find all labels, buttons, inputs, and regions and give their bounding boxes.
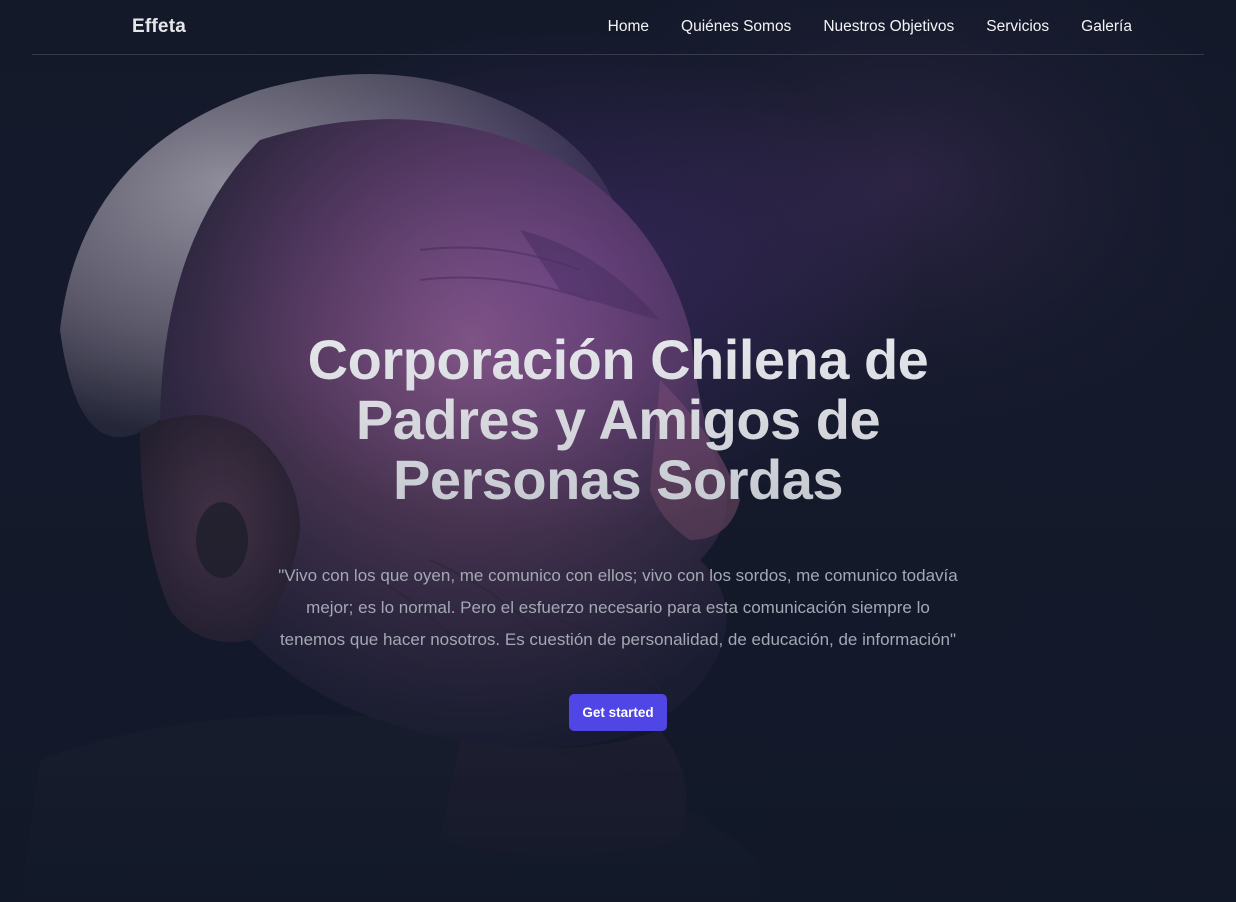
hero-quote: "Vivo con los que oyen, me comunico con …: [278, 566, 958, 649]
nav-link-galeria[interactable]: Galería: [1081, 18, 1132, 36]
hero-section: Effeta Home Quiénes Somos Nuestros Objet…: [0, 0, 1236, 902]
top-navbar: Effeta Home Quiénes Somos Nuestros Objet…: [32, 0, 1204, 55]
nav-link-nuestros-objetivos[interactable]: Nuestros Objetivos: [823, 18, 954, 36]
brand-logo-link[interactable]: Effeta: [132, 16, 186, 38]
nav-links: Home Quiénes Somos Nuestros Objetivos Se…: [608, 18, 1132, 36]
nav-link-quienes-somos[interactable]: Quiénes Somos: [681, 18, 791, 36]
hero-title: Corporación Chilena de Padres y Amigos d…: [268, 330, 968, 510]
get-started-button[interactable]: Get started: [569, 694, 667, 731]
nav-link-home[interactable]: Home: [608, 18, 649, 36]
nav-link-servicios[interactable]: Servicios: [986, 18, 1049, 36]
hero-content: Corporación Chilena de Padres y Amigos d…: [0, 330, 1236, 731]
